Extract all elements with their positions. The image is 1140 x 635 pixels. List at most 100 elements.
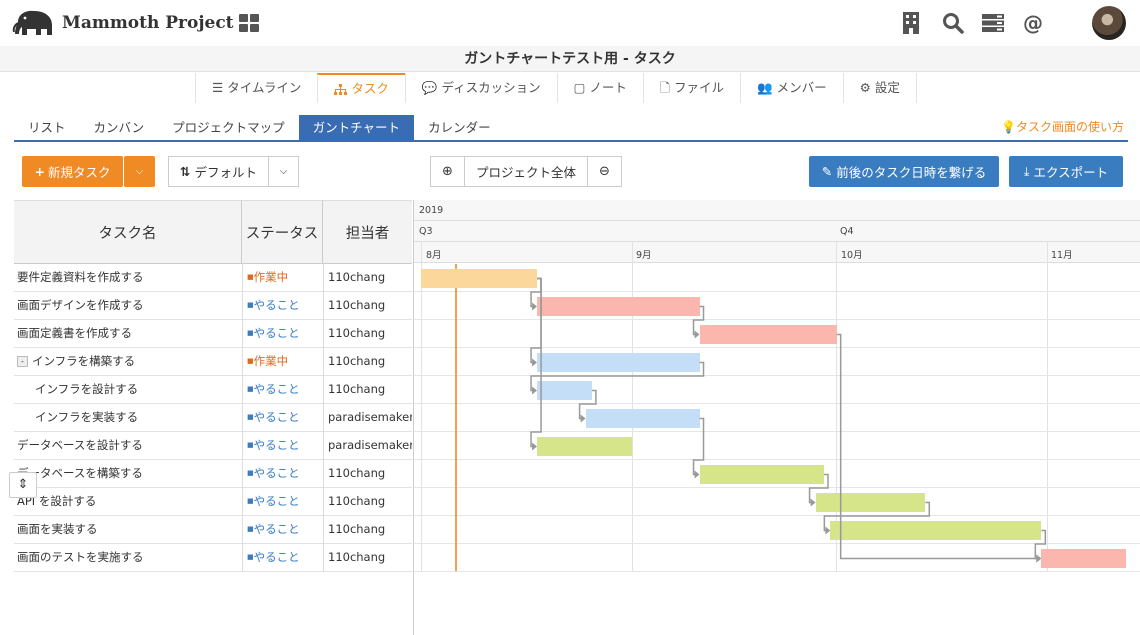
tab-timeline[interactable]: ☰ タイムライン — [195, 73, 317, 103]
zoom-out-button[interactable]: ⊖ — [587, 156, 622, 187]
column-resize-handle[interactable]: ⇕ — [9, 472, 37, 498]
task-status-cell[interactable]: ■作業中 — [242, 348, 323, 376]
view-tab-project-map[interactable]: プロジェクトマップ — [158, 115, 299, 140]
tab-tasks[interactable]: タスク — [317, 73, 405, 103]
gantt-bar[interactable] — [537, 381, 592, 400]
task-status-cell[interactable]: ■やること — [242, 432, 323, 460]
task-name-cell[interactable]: データベースを構築する — [17, 460, 239, 488]
task-status-cell[interactable]: ■やること — [242, 488, 323, 516]
task-assignee-cell[interactable]: 110chang — [323, 320, 412, 348]
gantt-bar[interactable] — [537, 353, 700, 372]
task-status-cell[interactable]: ■作業中 — [242, 264, 323, 292]
task-assignee-cell[interactable]: 110chang — [323, 348, 412, 376]
zoom-in-button[interactable]: ⊕ — [430, 156, 465, 187]
server-icon[interactable] — [982, 12, 1004, 34]
sort-button[interactable]: ⇅ デフォルト — [168, 156, 269, 187]
logo[interactable]: Mammoth Project — [12, 8, 234, 38]
plus-icon: + — [34, 164, 45, 179]
building-icon[interactable] — [900, 12, 922, 34]
task-assignee-cell[interactable]: 110chang — [323, 292, 412, 320]
table-row[interactable]: インフラを設計する ■やること 110chang — [14, 376, 412, 404]
view-tab-kanban[interactable]: カンバン — [80, 115, 159, 140]
search-icon[interactable] — [942, 12, 964, 34]
gantt-bar[interactable] — [830, 521, 1042, 540]
assignee-name: 110chang — [328, 466, 386, 480]
task-name-cell[interactable]: インフラを実装する — [35, 404, 257, 432]
mammoth-icon — [12, 10, 52, 36]
new-task-dropdown[interactable]: ⌵ — [124, 156, 155, 187]
table-row[interactable]: 画面定義書を作成する ■やること 110chang — [14, 320, 412, 348]
column-header-assignee[interactable]: 担当者 — [323, 200, 412, 264]
gantt-bar[interactable] — [699, 325, 837, 344]
table-row[interactable]: API を設計する ■やること 110chang — [14, 488, 412, 516]
month-sep: 9月 — [636, 250, 652, 261]
help-link[interactable]: 💡タスク画面の使い方 — [1001, 118, 1124, 135]
gantt-bar[interactable] — [815, 493, 926, 512]
task-name-cell[interactable]: 画面のテストを実施する — [17, 544, 239, 572]
view-tab-list[interactable]: リスト — [14, 115, 80, 140]
gantt-bar[interactable] — [537, 437, 632, 456]
task-assignee-cell[interactable]: 110chang — [323, 460, 412, 488]
gantt-month-header: 8月 9月 10月 11月 — [414, 242, 1140, 263]
task-assignee-cell[interactable]: paradisemaker — [323, 404, 412, 432]
table-row[interactable]: データベースを設計する ■やること paradisemaker — [14, 432, 412, 460]
task-name-cell[interactable]: 画面デザインを作成する — [17, 292, 239, 320]
task-status-cell[interactable]: ■やること — [242, 460, 323, 488]
task-assignee-cell[interactable]: 110chang — [323, 544, 412, 572]
table-row[interactable]: 画面を実装する ■やること 110chang — [14, 516, 412, 544]
task-status-cell[interactable]: ■やること — [242, 516, 323, 544]
view-tab-calendar[interactable]: カレンダー — [414, 115, 505, 140]
quarter-q3: Q3 — [419, 226, 433, 237]
gantt-bar[interactable] — [585, 409, 700, 428]
sort-icon: ⇅ — [180, 164, 191, 179]
task-status-cell[interactable]: ■やること — [242, 376, 323, 404]
task-status-cell[interactable]: ■やること — [242, 320, 323, 348]
row-gridline — [414, 431, 1140, 432]
table-row[interactable]: 画面のテストを実施する ■やること 110chang — [14, 544, 412, 572]
task-assignee-cell[interactable]: 110chang — [323, 488, 412, 516]
task-name-cell[interactable]: 画面を実装する — [17, 516, 239, 544]
column-header-status[interactable]: ステータス — [242, 200, 323, 264]
tab-files[interactable]: 🗋 ファイル — [642, 73, 740, 103]
task-status-cell[interactable]: ■やること — [242, 404, 323, 432]
task-name: 画面定義書を作成する — [17, 326, 132, 340]
task-name-cell[interactable]: 要件定義資料を作成する — [17, 264, 239, 292]
grid-menu-icon[interactable] — [238, 12, 260, 34]
table-row[interactable]: 要件定義資料を作成する ■作業中 110chang — [14, 264, 412, 292]
table-row[interactable]: 画面デザインを作成する ■やること 110chang — [14, 292, 412, 320]
task-assignee-cell[interactable]: 110chang — [323, 516, 412, 544]
task-name-cell[interactable]: API を設計する — [17, 488, 239, 516]
download-icon: ⤓ — [1023, 163, 1030, 179]
column-header-name[interactable]: タスク名 — [14, 200, 242, 264]
assignee-name: 110chang — [328, 522, 386, 536]
view-tab-gantt[interactable]: ガントチャート — [298, 115, 415, 140]
task-name-cell[interactable]: インフラを設計する — [35, 376, 257, 404]
gantt-bar[interactable] — [537, 297, 700, 316]
new-task-button[interactable]: + 新規タスク — [22, 156, 123, 187]
task-assignee-cell[interactable]: 110chang — [323, 376, 412, 404]
table-row[interactable]: インフラを実装する ■やること paradisemaker — [14, 404, 412, 432]
tab-members[interactable]: 👥 メンバー — [740, 73, 843, 103]
tab-notes[interactable]: ▢ ノート — [556, 73, 643, 103]
task-assignee-cell[interactable]: paradisemaker — [323, 432, 412, 460]
gantt-bar[interactable] — [1041, 549, 1126, 568]
gantt-bar[interactable] — [421, 269, 538, 288]
tab-discussion[interactable]: 💬 ディスカッション — [404, 73, 557, 103]
task-status-cell[interactable]: ■やること — [242, 292, 323, 320]
tab-settings[interactable]: ⚙ 設定 — [842, 73, 917, 103]
table-row[interactable]: - インフラを構築する ■作業中 110chang — [14, 348, 412, 376]
status-marker-icon: ■ — [247, 273, 254, 281]
sort-dropdown[interactable]: ⌵ — [268, 156, 299, 187]
link-dates-button[interactable]: ✎ 前後のタスク日時を繋げる — [809, 156, 999, 187]
task-name-cell[interactable]: データベースを設計する — [17, 432, 239, 460]
task-name-cell[interactable]: - インフラを構築する — [17, 348, 239, 376]
at-icon[interactable]: @ — [1022, 11, 1044, 35]
export-button[interactable]: ⤓ エクスポート — [1009, 156, 1123, 187]
collapse-toggle[interactable]: - — [17, 356, 28, 367]
table-row[interactable]: データベースを構築する ■やること 110chang — [14, 460, 412, 488]
task-assignee-cell[interactable]: 110chang — [323, 264, 412, 292]
task-status-cell[interactable]: ■やること — [242, 544, 323, 572]
task-name-cell[interactable]: 画面定義書を作成する — [17, 320, 239, 348]
gantt-bar[interactable] — [699, 465, 824, 484]
avatar[interactable] — [1092, 6, 1126, 40]
